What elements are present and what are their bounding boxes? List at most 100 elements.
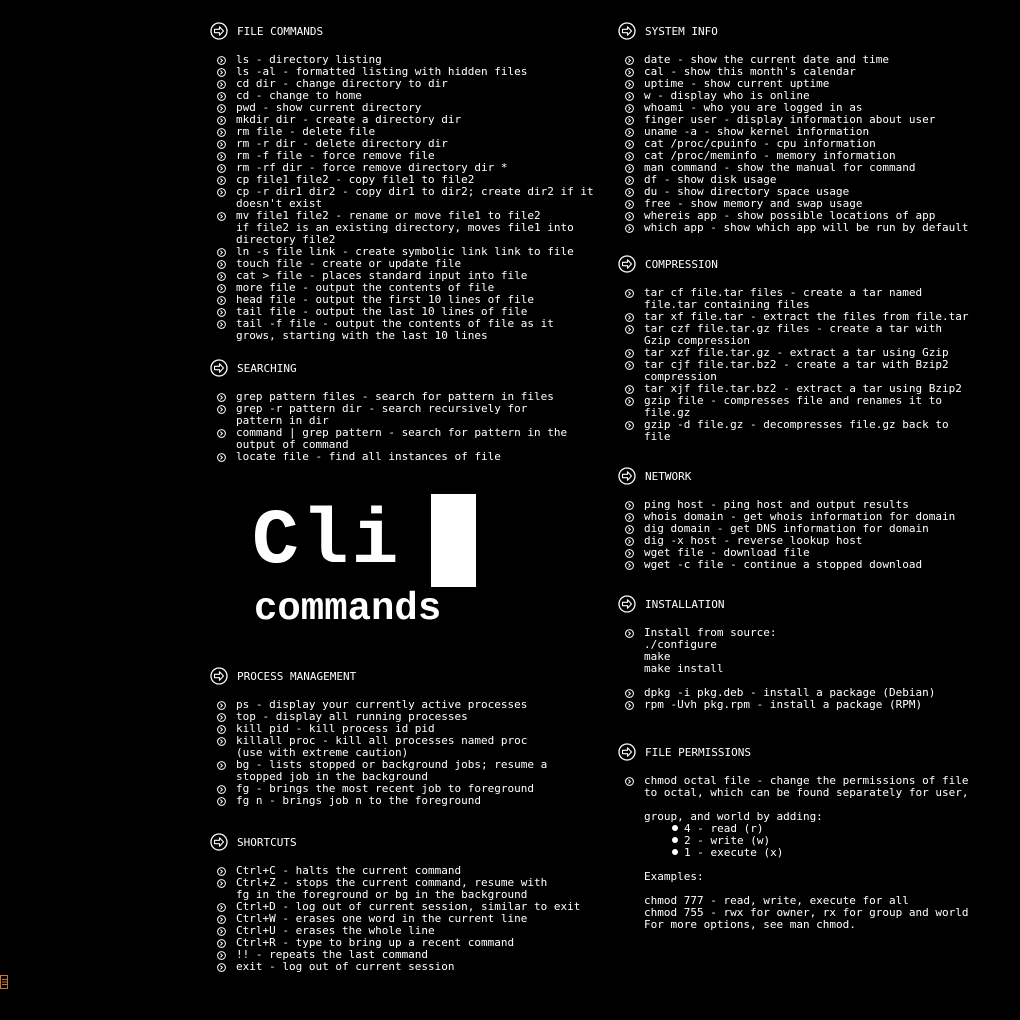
example-line: For more options, see man chmod. bbox=[644, 918, 856, 931]
install-line: rpm -Uvh pkg.rpm - install a package (RP… bbox=[644, 698, 923, 711]
chevron-circle-icon bbox=[625, 313, 634, 322]
chevron-circle-icon bbox=[625, 152, 634, 161]
rpm-item: rpm -Uvh pkg.rpm - install a package (RP… bbox=[618, 699, 935, 711]
chevron-circle-icon bbox=[217, 785, 226, 794]
install-from-source-item: Install from source: ./configure make ma… bbox=[618, 627, 935, 675]
chevron-circle-icon bbox=[217, 797, 226, 806]
chevron-circle-icon bbox=[625, 501, 634, 510]
chevron-circle-icon bbox=[217, 164, 226, 173]
chevron-circle-icon bbox=[625, 104, 634, 113]
chevron-circle-icon bbox=[625, 701, 634, 710]
searching-item: command | grep pattern - search for patt… bbox=[210, 427, 567, 451]
command-line: exit - log out of current session bbox=[236, 960, 455, 973]
logo-title: Cli bbox=[252, 498, 402, 586]
file-permissions-section: FILE PERMISSIONS chmod octal file - chan… bbox=[618, 743, 969, 931]
chevron-circle-icon bbox=[217, 903, 226, 912]
chevron-circle-icon bbox=[217, 963, 226, 972]
process-management-item: killall proc - kill all processes named … bbox=[210, 735, 547, 759]
file-commands-item: cp -r dir1 dir2 - copy dir1 to dir2; cre… bbox=[210, 186, 594, 210]
searching-title: SEARCHING bbox=[237, 362, 297, 375]
chevron-circle-icon bbox=[217, 92, 226, 101]
network-title: NETWORK bbox=[645, 470, 692, 483]
process-management-item: bg - lists stopped or background jobs; r… bbox=[210, 759, 547, 783]
compression-item: tar cf file.tar files - create a tar nam… bbox=[618, 287, 969, 311]
chevron-circle-icon bbox=[625, 128, 634, 137]
system-info-item: which app - show which app will be run b… bbox=[618, 222, 969, 234]
process-management-header: PROCESS MANAGEMENT bbox=[210, 667, 547, 687]
bullet-dot bbox=[672, 849, 678, 855]
system-info-header: SYSTEM INFO bbox=[618, 22, 969, 42]
chevron-circle-icon bbox=[625, 689, 634, 698]
chevron-circle-icon bbox=[217, 761, 226, 770]
install-line: ./configure bbox=[644, 638, 717, 651]
chevron-circle-icon bbox=[217, 176, 226, 185]
chevron-circle-icon bbox=[217, 879, 226, 888]
permission-text: 1 - execute (x) bbox=[684, 846, 784, 859]
chevron-circle-icon bbox=[217, 140, 226, 149]
arrow-circle-icon bbox=[618, 255, 636, 273]
chevron-circle-icon bbox=[217, 128, 226, 137]
chevron-circle-icon bbox=[217, 116, 226, 125]
shortcuts-title: SHORTCUTS bbox=[237, 836, 297, 849]
command-line: which app - show which app will be run b… bbox=[644, 221, 969, 234]
chevron-circle-icon bbox=[217, 80, 226, 89]
arrow-circle-icon bbox=[618, 467, 636, 485]
chevron-circle-icon bbox=[625, 116, 634, 125]
bullet-dot bbox=[672, 825, 678, 831]
shortcuts-items: Ctrl+C - halts the current command Ctrl+Z… bbox=[210, 865, 580, 973]
shortcuts-item: Ctrl+Z - stops the current command, resu… bbox=[210, 877, 580, 901]
chevron-circle-icon bbox=[217, 248, 226, 257]
chevron-circle-icon bbox=[625, 421, 634, 430]
chevron-circle-icon bbox=[217, 453, 226, 462]
chevron-circle-icon bbox=[217, 927, 226, 936]
chevron-circle-icon bbox=[625, 513, 634, 522]
chevron-circle-icon bbox=[217, 152, 226, 161]
chevron-circle-icon bbox=[625, 289, 634, 298]
searching-items: grep pattern files - search for pattern … bbox=[210, 391, 567, 463]
command-line: gzip -d file.gz - decompresses file.gz b… bbox=[644, 418, 949, 431]
file-commands-item: tail -f file - output the contents of fi… bbox=[210, 318, 594, 342]
chevron-circle-icon bbox=[217, 68, 226, 77]
chevron-circle-icon bbox=[217, 56, 226, 65]
chmod-item: chmod octal file - change the permission… bbox=[618, 775, 969, 799]
chevron-circle-icon bbox=[217, 272, 226, 281]
compression-item: tar czf file.tar.gz files - create a tar… bbox=[618, 323, 969, 347]
shortcuts-header: SHORTCUTS bbox=[210, 833, 580, 853]
chevron-circle-icon bbox=[625, 349, 634, 358]
examples-label: Examples: bbox=[644, 870, 704, 883]
chevron-circle-icon bbox=[625, 92, 634, 101]
compression-item: gzip file - compresses file and renames … bbox=[618, 395, 969, 419]
file-commands-header: FILE COMMANDS bbox=[210, 22, 594, 42]
network-header: NETWORK bbox=[618, 467, 955, 487]
chevron-circle-icon bbox=[625, 176, 634, 185]
chevron-circle-icon bbox=[625, 361, 634, 370]
chevron-circle-icon bbox=[625, 212, 634, 221]
arrow-circle-icon bbox=[618, 22, 636, 40]
chevron-circle-icon bbox=[217, 308, 226, 317]
system-info-items: date - show the current date and time cal… bbox=[618, 54, 969, 234]
chevron-circle-icon bbox=[625, 164, 634, 173]
process-management-item: fg n - brings job n to the foreground bbox=[210, 795, 547, 807]
command-line: fg n - brings job n to the foreground bbox=[236, 794, 482, 807]
searching-item: locate file - find all instances of file bbox=[210, 451, 567, 463]
system-info-section: SYSTEM INFO date - show the current date … bbox=[618, 22, 969, 234]
arrow-circle-icon bbox=[618, 595, 636, 613]
network-section: NETWORK ping host - ping host and output … bbox=[618, 467, 955, 571]
menu-icon[interactable] bbox=[0, 975, 8, 989]
chevron-circle-icon bbox=[217, 212, 226, 221]
installation-section: INSTALLATION Install from source: ./conf… bbox=[618, 595, 935, 711]
chevron-circle-icon bbox=[625, 537, 634, 546]
install-line: make install bbox=[644, 662, 724, 675]
chevron-circle-icon bbox=[625, 80, 634, 89]
file-commands-section: FILE COMMANDS ls - directory listing ls -a… bbox=[210, 22, 594, 342]
compression-item: tar cjf file.tar.bz2 - create a tar with… bbox=[618, 359, 969, 383]
chevron-circle-icon bbox=[217, 915, 226, 924]
process-management-section: PROCESS MANAGEMENT ps - display your curr… bbox=[210, 667, 547, 807]
file-permissions-items: chmod octal file - change the permission… bbox=[618, 775, 969, 931]
compression-items: tar cf file.tar files - create a tar nam… bbox=[618, 287, 969, 443]
arrow-circle-icon bbox=[618, 743, 636, 761]
file-commands-title: FILE COMMANDS bbox=[237, 25, 324, 38]
network-item: wget -c file - continue a stopped downlo… bbox=[618, 559, 955, 571]
process-management-items: ps - display your currently active proce… bbox=[210, 699, 547, 807]
chevron-circle-icon bbox=[217, 296, 226, 305]
